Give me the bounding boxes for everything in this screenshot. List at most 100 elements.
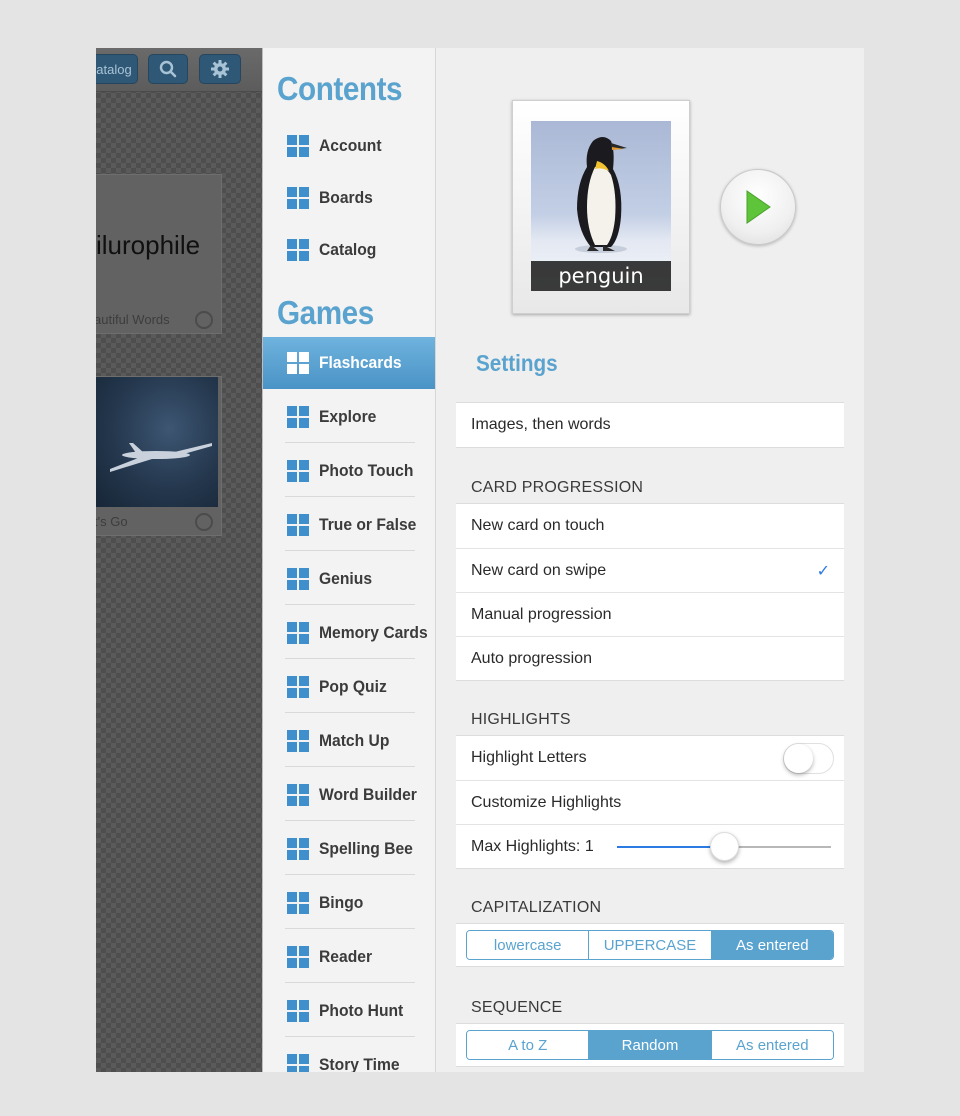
sidebar-item-true-or-false[interactable]: True or False [263,499,435,551]
sidebar-item-catalog[interactable]: Catalog [263,224,435,276]
progression-option-label: New card on touch [471,517,605,534]
slider-thumb[interactable] [710,832,739,861]
sidebar-item-label: Memory Cards [319,623,428,642]
sidebar-item-match-up[interactable]: Match Up [263,715,435,767]
sidebar-item-genius[interactable]: Genius [263,553,435,605]
sidebar-item-label: Flashcards [319,353,402,372]
sidebar-item-label: Photo Hunt [319,1001,404,1020]
capitalization-segmented-control: lowercase UPPERCASE As entered [466,930,834,960]
grid-icon [287,838,309,860]
flashcards-panel: penguin Settings Images, then words CARD… [436,48,864,1072]
board-card[interactable]: t's Go [96,376,222,536]
sidebar-item-label: Account [319,136,382,155]
grid-icon [287,676,309,698]
background-app-dimmed[interactable]: atalog ilurophile autiful Words t's Go [96,48,262,1072]
grid-icon [287,568,309,590]
highlight-letters-label: Highlight Letters [471,749,587,766]
board-card[interactable]: ilurophile autiful Words [96,174,222,334]
sequence-segment-as-entered[interactable]: As entered [710,1031,833,1059]
capitalization-header: CAPITALIZATION [471,899,602,916]
sidebar-item-label: Catalog [319,240,377,259]
progression-option-auto-progression[interactable]: Auto progression [456,636,844,680]
toggle-knob [784,744,813,773]
sidebar-item-explore[interactable]: Explore [263,391,435,443]
sidebar-item-account[interactable]: Account [263,120,435,172]
sidebar-item-word-builder[interactable]: Word Builder [263,769,435,821]
sidebar-item-story-time[interactable]: Story Time [263,1039,435,1072]
flashcard-preview[interactable]: penguin [512,100,690,314]
contents-sidebar: Contents Games Account Boards Catalog Flash… [262,48,436,1072]
sequence-header: SEQUENCE [471,999,563,1016]
sidebar-item-pop-quiz[interactable]: Pop Quiz [263,661,435,713]
ipad-screen: atalog ilurophile autiful Words t's Go C… [96,48,864,1072]
airplane-icon [110,443,212,472]
capitalization-segment-as-entered[interactable]: As entered [710,931,833,959]
catalog-button[interactable]: atalog [96,54,138,84]
sidebar-item-label: Bingo [319,893,364,912]
background-toolbar: atalog [96,48,262,92]
sidebar-item-label: Match Up [319,731,390,750]
progression-option-new-card-on-swipe[interactable]: New card on swipe ✓ [456,548,844,592]
capitalization-segment-uppercase[interactable]: UPPERCASE [588,931,711,959]
gear-icon [211,60,229,78]
flashcard-word-label: penguin [531,261,671,291]
sidebar-item-reader[interactable]: Reader [263,931,435,983]
grid-icon [287,1000,309,1022]
max-highlights-slider[interactable] [617,832,831,861]
capitalization-group: lowercase UPPERCASE As entered [456,923,844,967]
settings-heading: Settings [476,350,558,376]
max-highlights-label: Max Highlights: 1 [471,837,594,855]
progression-option-manual-progression[interactable]: Manual progression [456,592,844,636]
catalog-button-label: atalog [96,61,132,77]
grid-icon [287,892,309,914]
search-button[interactable] [148,54,188,84]
sidebar-item-label: Photo Touch [319,461,414,480]
airplane-photo [96,377,218,507]
sequence-segmented-control: A to Z Random As entered [466,1030,834,1060]
sidebar-item-label: Pop Quiz [319,677,387,696]
search-icon [159,60,177,78]
slider-fill [617,846,724,848]
sidebar-item-memory-cards[interactable]: Memory Cards [263,607,435,659]
capitalization-segment-lowercase[interactable]: lowercase [467,931,589,959]
sidebar-item-photo-touch[interactable]: Photo Touch [263,445,435,497]
settings-button[interactable] [199,54,241,84]
grid-icon [287,514,309,536]
sequence-segment-random[interactable]: Random [588,1031,711,1059]
display-mode-label: Images, then words [471,416,611,433]
card-progression-group: New card on touch New card on swipe ✓ Manua… [456,503,844,681]
customize-highlights-row[interactable]: Customize Highlights [456,780,844,824]
sequence-group: A to Z Random As entered [456,1023,844,1067]
max-highlights-row: Max Highlights: 1 [456,824,844,868]
games-heading: Games [277,294,374,331]
sidebar-item-photo-hunt[interactable]: Photo Hunt [263,985,435,1037]
play-icon [746,190,771,224]
grid-icon [287,730,309,752]
sequence-segment-a-to-z[interactable]: A to Z [467,1031,589,1059]
highlight-letters-row: Highlight Letters [456,736,844,780]
highlight-letters-toggle[interactable] [783,743,834,774]
progression-option-label: Auto progression [471,649,592,667]
board-select-radio[interactable] [195,513,213,531]
progression-option-new-card-on-touch[interactable]: New card on touch [456,504,844,548]
board-card-word: ilurophile [96,230,201,260]
sidebar-item-spelling-bee[interactable]: Spelling Bee [263,823,435,875]
customize-highlights-label: Customize Highlights [471,793,622,811]
sidebar-item-label: Genius [319,569,373,588]
board-select-radio[interactable] [195,311,213,329]
play-button[interactable] [720,169,796,245]
grid-icon [287,135,309,157]
sidebar-item-bingo[interactable]: Bingo [263,877,435,929]
progression-option-label: New card on swipe [471,561,607,579]
board-card-subtitle: t's Go [96,514,128,529]
display-mode-group: Images, then words [456,402,844,448]
sidebar-item-flashcards[interactable]: Flashcards [263,337,435,389]
sidebar-item-label: Explore [319,407,377,426]
display-mode-row[interactable]: Images, then words [456,403,844,447]
highlights-header: HIGHLIGHTS [471,711,571,728]
highlights-group: Highlight Letters Customize Highlights M… [456,735,844,869]
checkmark-icon: ✓ [816,563,830,580]
sidebar-item-boards[interactable]: Boards [263,172,435,224]
sidebar-item-label: Story Time [319,1055,400,1072]
board-card-subtitle: autiful Words [96,312,170,327]
